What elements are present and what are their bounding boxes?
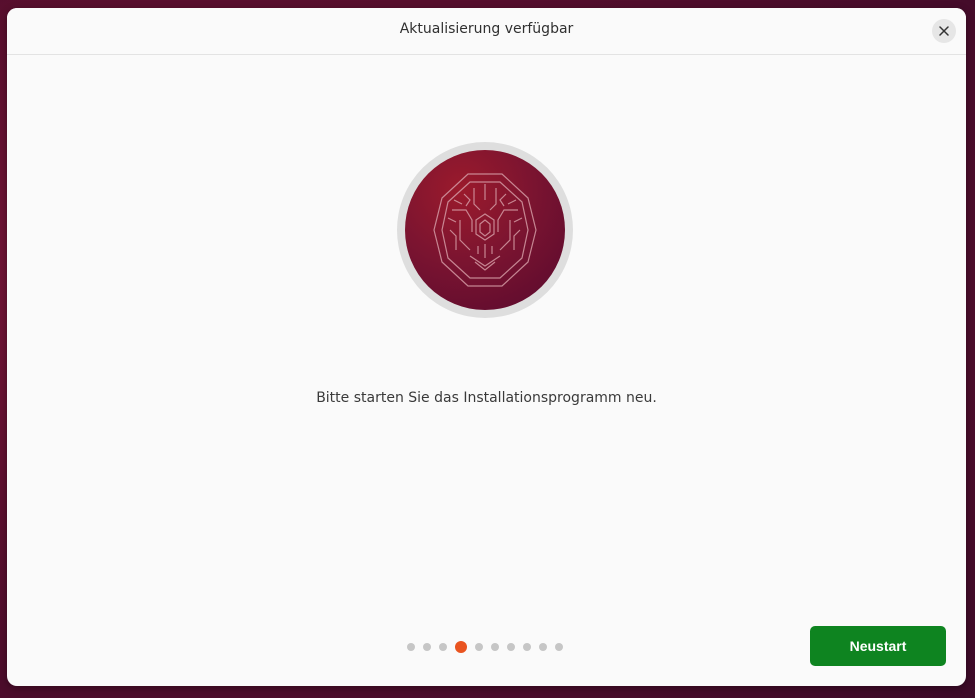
step-dot bbox=[555, 643, 563, 651]
step-dot bbox=[407, 643, 415, 651]
step-dot bbox=[491, 643, 499, 651]
step-dot bbox=[475, 643, 483, 651]
window-title: Aktualisierung verfügbar bbox=[399, 21, 574, 37]
close-button[interactable] bbox=[932, 19, 956, 43]
step-dot bbox=[507, 643, 515, 651]
logo-ring bbox=[397, 142, 573, 318]
close-icon bbox=[939, 26, 949, 36]
step-dot bbox=[439, 643, 447, 651]
step-dot bbox=[423, 643, 431, 651]
lobster-emblem-icon bbox=[433, 173, 537, 287]
step-dot bbox=[523, 643, 531, 651]
step-dot-current bbox=[455, 641, 467, 653]
installer-window: Aktualisierung verfügbar Bitte starten S… bbox=[7, 8, 966, 686]
restart-message: Bitte starten Sie das Installationsprogr… bbox=[316, 390, 657, 406]
step-indicator bbox=[407, 641, 563, 653]
title-bar: Aktualisierung verfügbar bbox=[7, 8, 966, 55]
restart-button[interactable]: Neustart bbox=[810, 626, 946, 666]
release-logo bbox=[405, 150, 565, 310]
step-dot bbox=[539, 643, 547, 651]
